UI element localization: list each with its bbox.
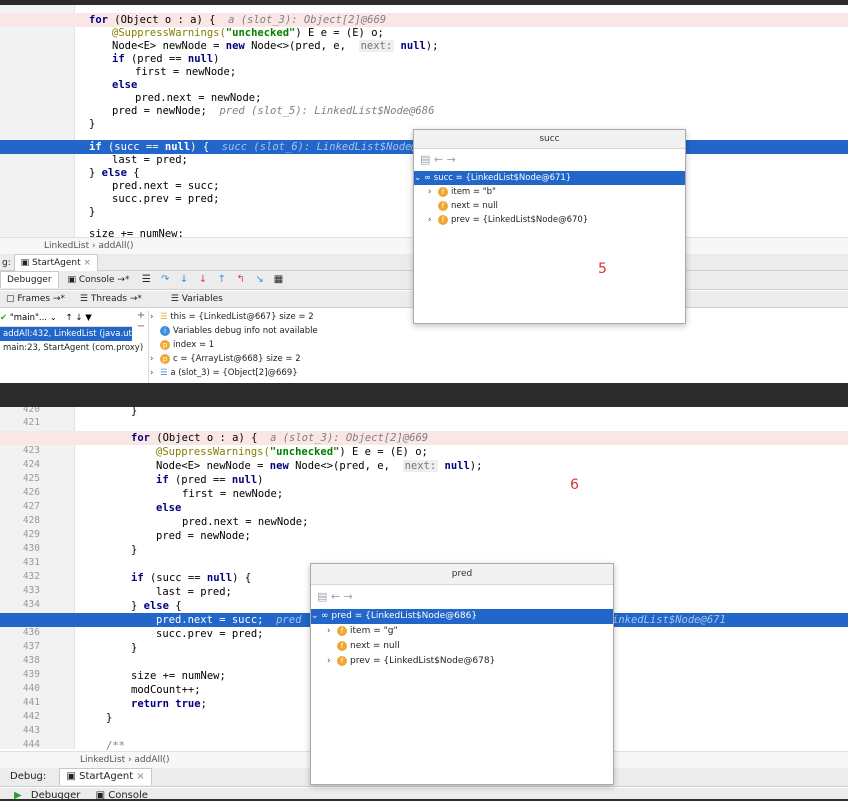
code-line: pred.next = newNode; [182, 516, 309, 528]
thread-selector[interactable]: ✔ "main"... ⌄ ↑ ↓ ▼ [0, 310, 132, 327]
step-into-icon[interactable]: ↓ [179, 275, 189, 285]
popup-field-row[interactable]: › f prev = {LinkedList$Node@670} [414, 213, 685, 227]
filter-icon[interactable]: ▼ [85, 313, 92, 323]
code-line: pred = newNode; [156, 530, 251, 542]
field-icon: f [337, 640, 347, 651]
forward-icon[interactable]: → [447, 153, 456, 166]
back-icon[interactable]: ← [331, 590, 340, 603]
popup-toolbar: ▤ ← → [311, 585, 613, 609]
evaluate-icon[interactable]: ▦ [273, 275, 283, 285]
check-icon: ✔ [0, 313, 8, 323]
popup-title: pred [311, 564, 613, 585]
resume-icon[interactable]: ▶ [0, 790, 22, 799]
field-icon: f [337, 655, 347, 666]
variable-row[interactable]: › ☰ this = {LinkedList@667} size = 2 [150, 310, 450, 324]
force-step-into-icon[interactable]: ↓ [198, 275, 208, 285]
breadcrumb-item[interactable]: addAll() [98, 241, 133, 251]
parameter-icon: p [160, 339, 170, 350]
tab-console[interactable]: ▣ Console →* [61, 272, 135, 288]
code-line: first = newNode; [182, 488, 284, 500]
forward-icon[interactable]: → [344, 590, 353, 603]
tab-threads[interactable]: ☰ Threads →* [74, 291, 148, 307]
code-line: Node<E> newNode = new Node<>(pred, e, ne… [112, 40, 439, 52]
popup-field-row[interactable]: › f prev = {LinkedList$Node@678} [311, 654, 613, 669]
code-line: @SuppressWarnings("unchecked") E e = (E)… [156, 446, 428, 458]
variable-inspect-popup[interactable]: pred ▤ ← → ⌄ ∞ pred = {LinkedList$Node@68… [310, 563, 614, 785]
remove-icon[interactable]: − [134, 321, 148, 332]
field-icon: f [438, 214, 448, 225]
watch-icon: ∞ [424, 173, 432, 183]
popup-field-row[interactable]: › f item = "g" [311, 624, 613, 639]
annotation-number: 5 [598, 261, 607, 277]
debug-label: g: [2, 258, 11, 268]
frames-panel: ✔ "main"... ⌄ ↑ ↓ ▼ addAll:432, LinkedLi… [0, 310, 143, 383]
code-line: for (Object o : a) { a (slot_3): Object[… [0, 13, 848, 27]
up-icon[interactable]: ↑ [66, 313, 73, 323]
field-icon: f [438, 186, 448, 197]
navigate-icon[interactable]: ▤ [317, 590, 327, 603]
navigate-icon[interactable]: ▤ [420, 153, 430, 166]
breadcrumb-item[interactable]: addAll() [134, 755, 169, 765]
variable-inspect-popup[interactable]: succ ▤ ← → ⌄ ∞ succ = {LinkedList$Node@67… [413, 129, 686, 324]
run-to-cursor-icon[interactable]: ↘ [255, 275, 265, 285]
step-out-icon[interactable]: ↑ [217, 275, 227, 285]
tab-debugger[interactable]: Debugger [25, 788, 87, 799]
variable-row: i Variables debug info not available [150, 324, 450, 338]
tab-variables[interactable]: ☰ Variables [165, 291, 229, 307]
popup-toolbar: ▤ ← → [414, 149, 685, 171]
code-line: else [112, 79, 138, 91]
menu-icon[interactable]: ☰ [141, 275, 151, 285]
breadcrumb-item[interactable]: LinkedList [44, 241, 89, 251]
tab-debugger[interactable]: Debugger [0, 271, 59, 288]
popup-root-row[interactable]: ⌄ ∞ pred = {LinkedList$Node@686} [311, 609, 613, 624]
annotation-number: 6 [570, 477, 579, 493]
code-line: if (pred == null) [112, 53, 220, 65]
code-line: Node<E> newNode = new Node<>(pred, e, ne… [156, 460, 483, 472]
top-screenshot: for (Object o : a) { a (slot_3): Object[… [0, 5, 848, 383]
drop-frame-icon[interactable]: ↰ [236, 275, 246, 285]
code-line: } [131, 407, 138, 417]
popup-field-row[interactable]: f next = null [414, 199, 685, 213]
variable-row[interactable]: p index = 1 [150, 338, 450, 352]
watch-icon: ∞ [321, 611, 329, 621]
popup-root-row[interactable]: ⌄ ∞ succ = {LinkedList$Node@671} [414, 171, 685, 185]
bottom-screenshot: 420 421 422 423 424 425 426 427 428 429 … [0, 407, 848, 799]
field-icon: f [337, 625, 347, 636]
tab-frames[interactable]: ▢ Frames →* [0, 291, 71, 307]
info-icon: i [160, 325, 170, 336]
popup-field-row[interactable]: › f item = "b" [414, 185, 685, 199]
down-icon[interactable]: ↓ [75, 313, 82, 323]
code-line: pred = newNode; pred (slot_5): LinkedLis… [112, 105, 435, 117]
breadcrumb-item[interactable]: LinkedList [80, 755, 125, 765]
debug-label: Debug: [10, 771, 47, 782]
tab-console[interactable]: ▣ Console [90, 788, 154, 799]
variable-row[interactable]: › ☰ a (slot_3) = {Object[2]@669} [150, 366, 450, 380]
field-icon: f [438, 200, 448, 211]
code-line: @SuppressWarnings("unchecked") E e = (E)… [112, 27, 384, 39]
code-line: pred.next = newNode; [135, 92, 262, 104]
code-line: if (pred == null) [156, 474, 264, 486]
code-line: for (Object o : a) { a (slot_3): Object[… [0, 431, 848, 445]
variables-panel: › ☰ this = {LinkedList@667} size = 2 i Var… [150, 310, 450, 383]
variables-side-toolbar: + − [134, 310, 149, 383]
add-icon[interactable]: + [134, 310, 148, 321]
code-line: else [156, 502, 182, 514]
step-over-icon[interactable]: ↷ [160, 275, 170, 285]
variable-row[interactable]: › p c = {ArrayList@668} size = 2 [150, 352, 450, 366]
run-config-tab[interactable]: ▣ StartAgent × [13, 254, 99, 271]
code-line: } [131, 544, 138, 556]
popup-field-row[interactable]: f next = null [311, 639, 613, 654]
debugger-toolbar: ▶ Debugger ▣ Console [0, 788, 848, 799]
run-config-tab[interactable]: ▣ StartAgent × [59, 768, 152, 785]
back-icon[interactable]: ← [434, 153, 443, 166]
parameter-icon: p [160, 353, 170, 364]
frame-row[interactable]: addAll:432, LinkedList (java.util) [0, 327, 140, 341]
frame-row[interactable]: main:23, StartAgent (com.proxy) [0, 341, 143, 355]
popup-title: succ [414, 130, 685, 149]
code-line: first = newNode; [135, 66, 237, 78]
